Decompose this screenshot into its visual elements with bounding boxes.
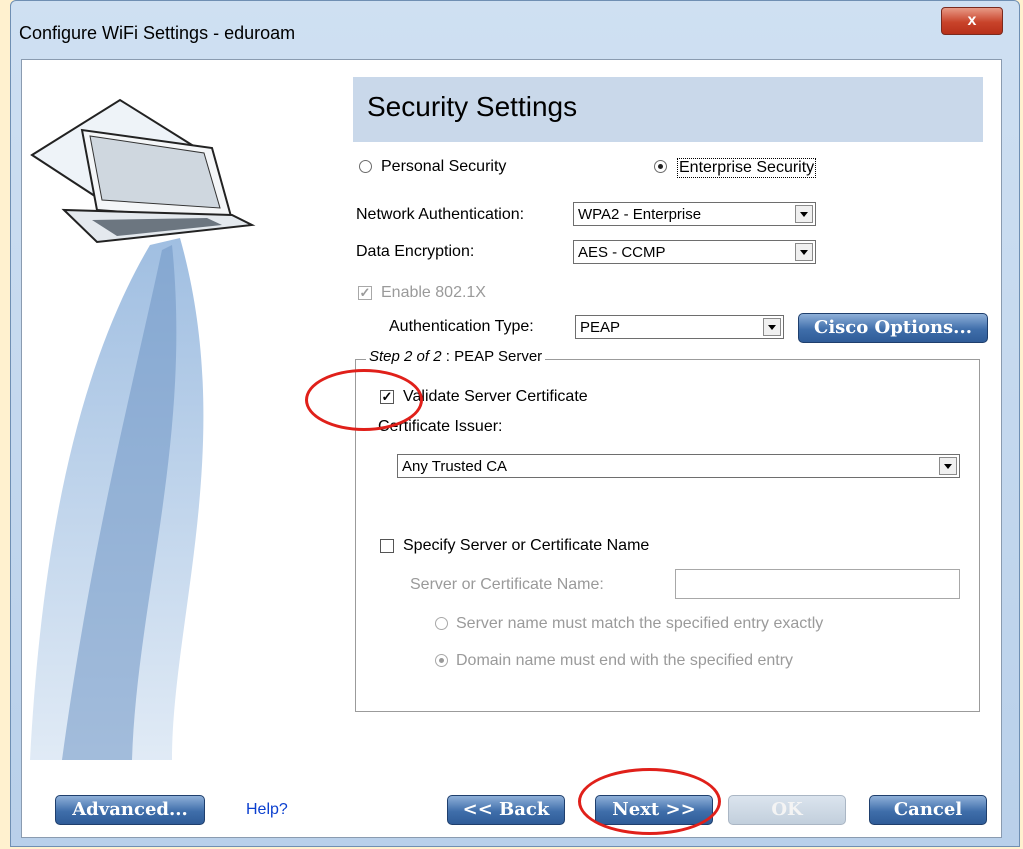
chevron-down-icon[interactable] [795,205,813,223]
exact-match-radio [435,617,448,630]
authentication-type-select[interactable]: PEAP [575,315,784,339]
dialog-body: Security Settings Personal Security Ente… [21,59,1002,838]
network-authentication-value: WPA2 - Enterprise [578,206,702,223]
server-name-input [675,569,960,599]
cisco-options-button[interactable]: Cisco Options... [798,313,988,343]
validate-server-certificate-checkbox[interactable]: ✓ [380,390,394,404]
help-link[interactable]: Help? [246,801,288,819]
enterprise-security-label[interactable]: Enterprise Security [677,158,817,178]
specify-server-checkbox[interactable] [380,539,394,553]
domain-match-radio [435,654,448,667]
back-button[interactable]: << Back [447,795,565,825]
chevron-down-icon[interactable] [939,457,957,475]
authentication-type-value: PEAP [580,319,621,336]
enable-8021x-label: Enable 802.1X [381,284,486,301]
step-indicator: Step 2 of 2 [369,348,442,365]
enable-8021x-checkbox: ✓ [358,285,372,300]
title-bar: Configure WiFi Settings - eduroam x [11,1,1019,59]
exact-match-label: Server name must match the specified ent… [456,615,824,632]
certificate-issuer-value: Any Trusted CA [402,458,508,475]
header-band: Security Settings [353,77,983,142]
server-name-label: Server or Certificate Name: [410,576,604,593]
personal-security-radio[interactable] [359,160,372,173]
chevron-down-icon[interactable] [795,243,813,261]
data-encryption-label: Data Encryption: [356,243,475,260]
close-button[interactable]: x [941,7,1003,35]
laptop-illustration [30,98,256,760]
authentication-type-label: Authentication Type: [389,318,534,335]
configure-wifi-dialog: Configure WiFi Settings - eduroam x Secu… [10,0,1020,847]
specify-server-label[interactable]: Specify Server or Certificate Name [403,537,649,555]
step-title: : PEAP Server [441,348,543,365]
network-authentication-select[interactable]: WPA2 - Enterprise [573,202,816,226]
network-authentication-label: Network Authentication: [356,206,525,223]
certificate-issuer-select[interactable]: Any Trusted CA [397,454,960,478]
data-encryption-value: AES - CCMP [578,244,666,261]
personal-security-label[interactable]: Personal Security [381,158,506,176]
page-title: Security Settings [367,91,578,122]
next-button[interactable]: Next >> [595,795,713,825]
advanced-button[interactable]: Advanced... [55,795,205,825]
window-title: Configure WiFi Settings - eduroam [19,23,296,43]
enterprise-security-radio[interactable] [654,160,667,173]
step-legend: Step 2 of 2 : PEAP Server [366,348,546,365]
chevron-down-icon[interactable] [763,318,781,336]
domain-match-label: Domain name must end with the specified … [456,652,794,669]
validate-server-certificate-label[interactable]: Validate Server Certificate [403,388,588,406]
data-encryption-select[interactable]: AES - CCMP [573,240,816,264]
certificate-issuer-label: Certificate Issuer: [378,418,503,435]
cancel-button[interactable]: Cancel [869,795,987,825]
ok-button: OK [728,795,846,825]
